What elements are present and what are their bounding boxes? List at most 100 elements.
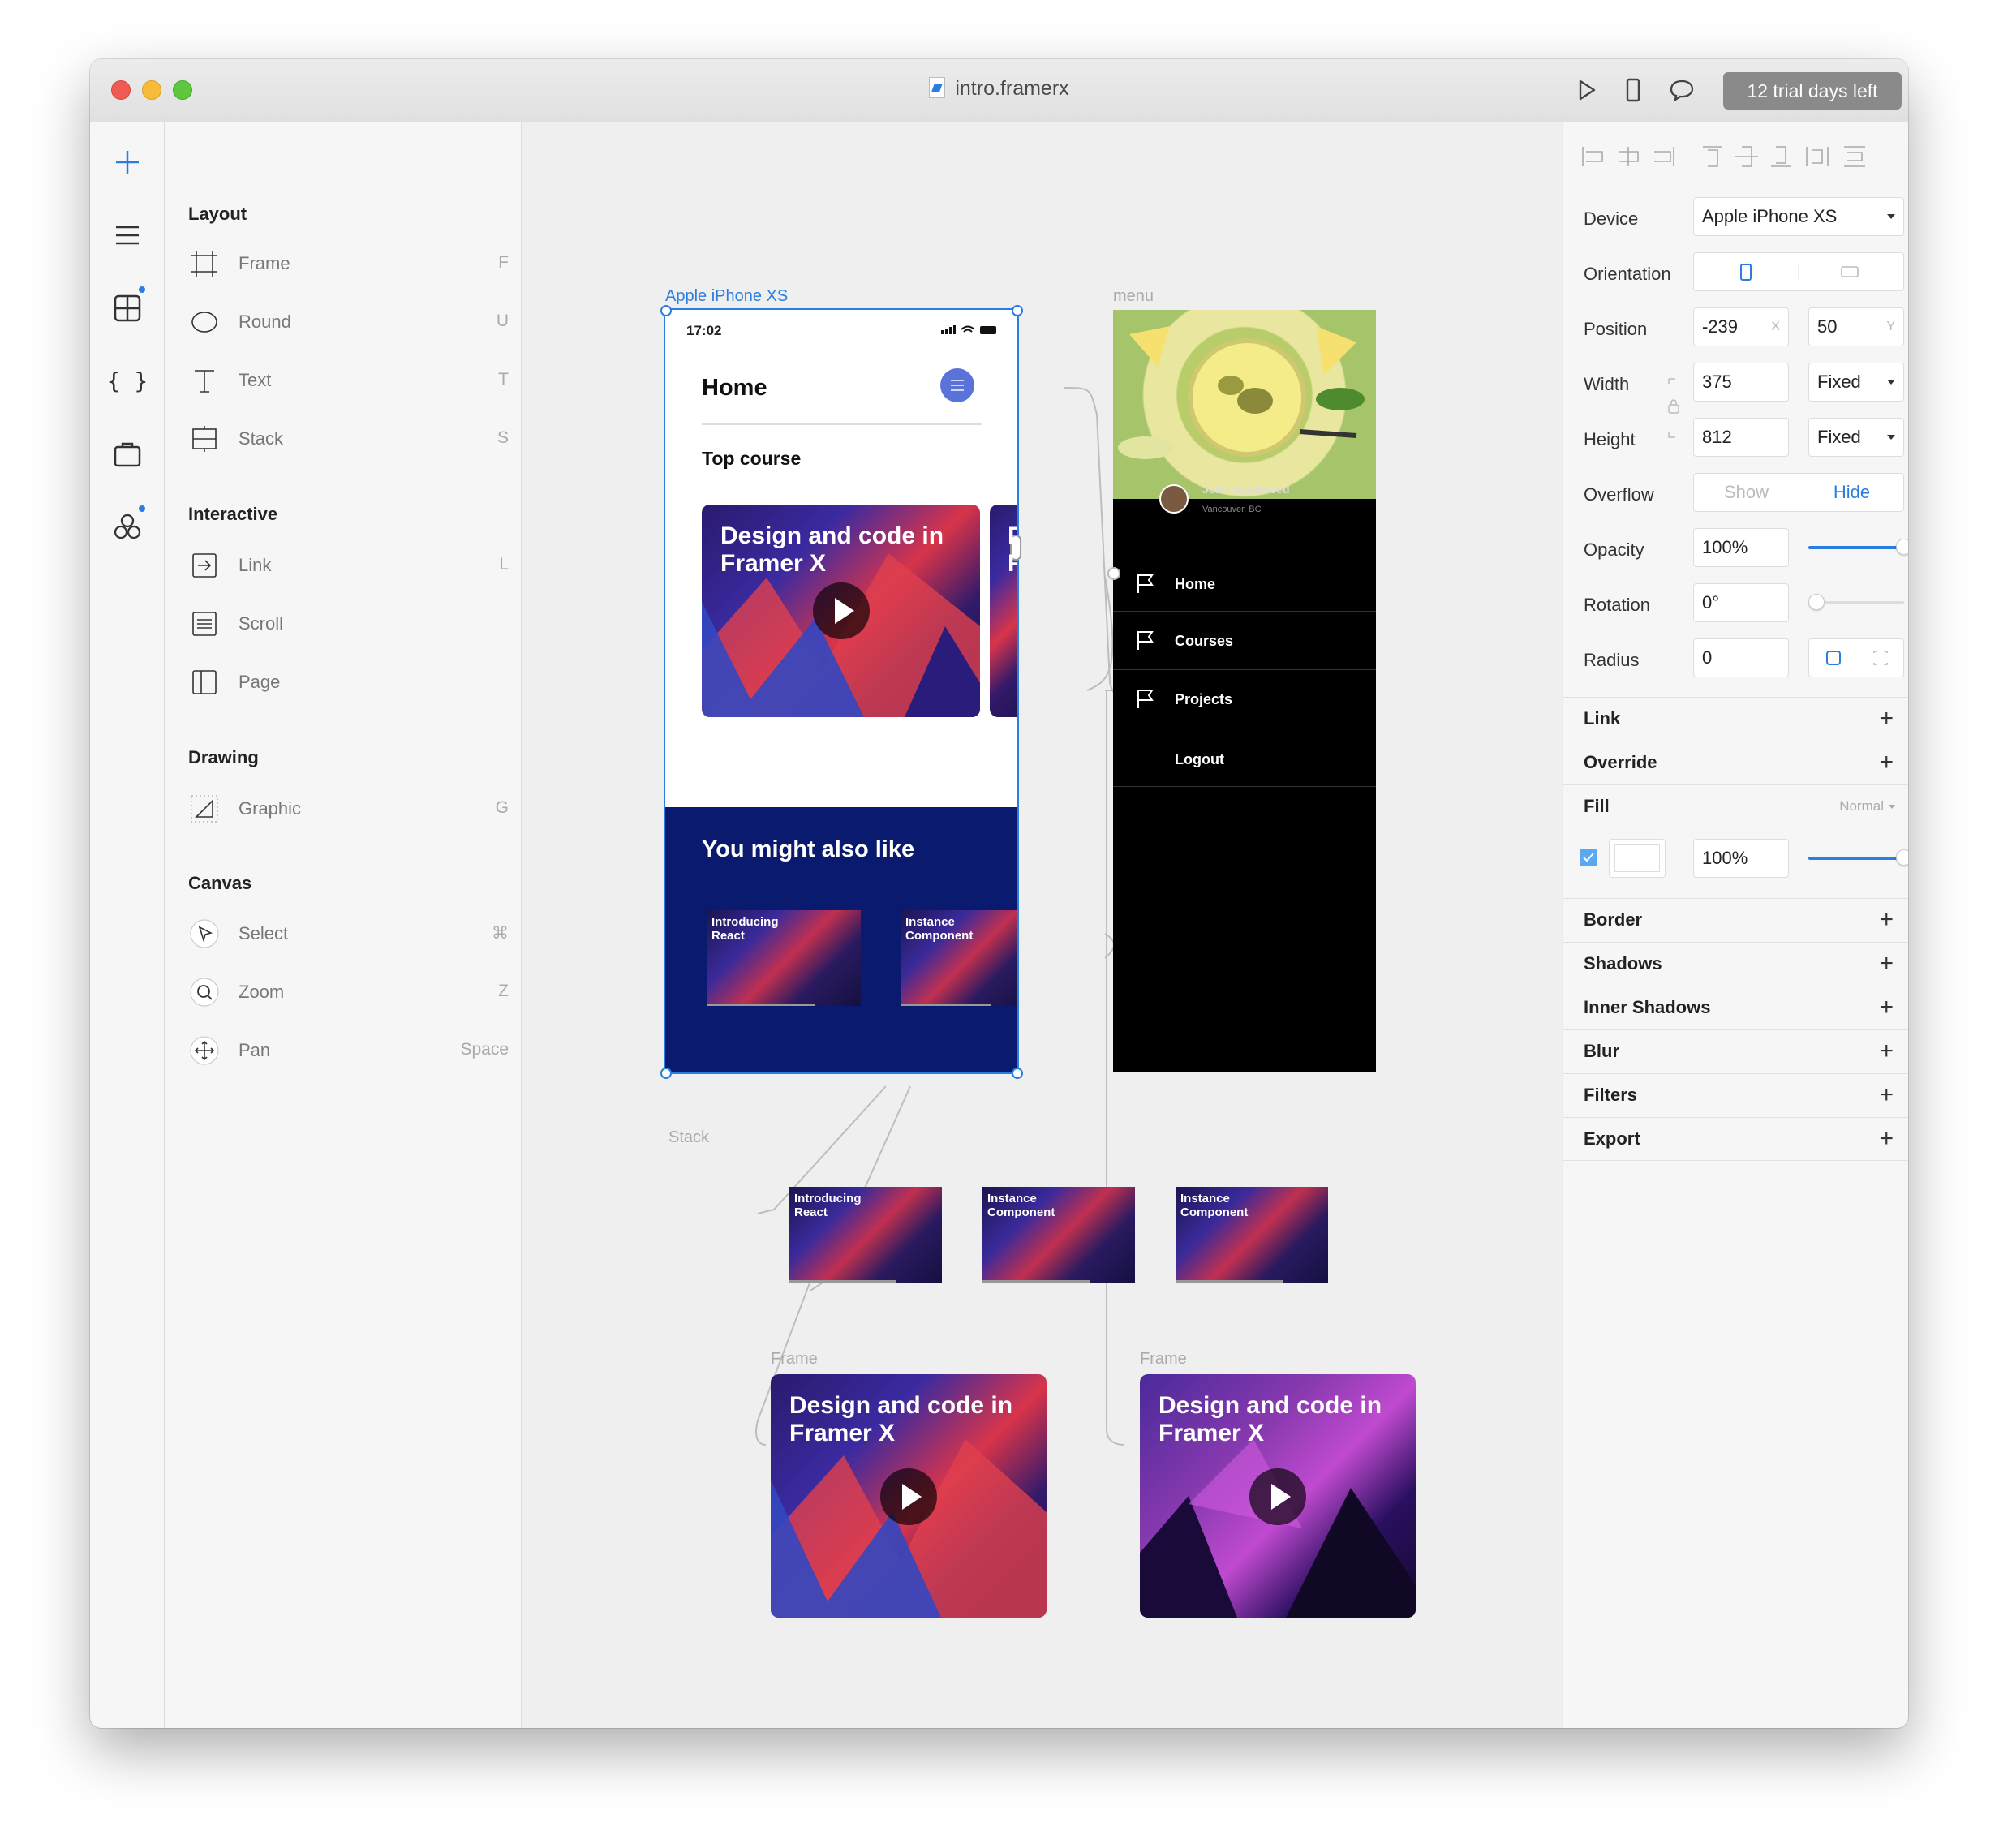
height-mode-select[interactable]: Fixed — [1808, 418, 1904, 457]
slider-knob[interactable] — [1896, 539, 1908, 555]
tool-label: Link — [239, 555, 272, 575]
opacity-input[interactable]: 100% — [1693, 528, 1789, 567]
aspect-lock-icon[interactable] — [1666, 376, 1682, 441]
fill-color-swatch[interactable] — [1609, 839, 1666, 878]
position-x-input[interactable]: -239 X — [1693, 307, 1789, 346]
rotation-slider[interactable] — [1808, 594, 1904, 610]
resize-handle[interactable] — [1012, 1068, 1023, 1079]
tool-round[interactable]: Round U — [188, 306, 509, 342]
portrait-icon — [1740, 264, 1752, 281]
opacity-slider[interactable] — [1808, 539, 1908, 555]
play-button[interactable] — [880, 1468, 937, 1525]
add-plus-icon[interactable]: + — [1879, 1127, 1894, 1151]
stack-label[interactable]: Stack — [668, 1128, 709, 1147]
device-preview-icon[interactable] — [1619, 75, 1648, 105]
rotation-input[interactable]: 0° — [1693, 583, 1789, 622]
frame2-label[interactable]: Frame — [1140, 1350, 1187, 1369]
resize-handle[interactable] — [660, 1068, 672, 1079]
inner-shadows-section[interactable]: Inner Shadows + — [1563, 986, 1908, 1029]
align-bottom-icon — [1771, 146, 1791, 167]
frame1-label[interactable]: Frame — [771, 1350, 818, 1369]
tool-zoom[interactable]: Zoom Z — [188, 976, 509, 1012]
slider-knob[interactable] — [1896, 849, 1908, 866]
frame1-card[interactable]: Design and code in Framer X — [771, 1374, 1047, 1618]
team-packages-icon[interactable] — [109, 509, 146, 546]
orientation-control[interactable] — [1693, 252, 1904, 291]
add-plus-icon[interactable]: + — [1879, 707, 1894, 731]
tool-label: Round — [239, 312, 291, 332]
tool-select[interactable]: Select ⌘ — [188, 918, 509, 953]
tool-page[interactable]: Page — [188, 666, 509, 702]
resize-handle[interactable] — [660, 305, 672, 316]
frame2-card[interactable]: Design and code in Framer X — [1140, 1374, 1416, 1618]
add-plus-icon[interactable]: + — [1879, 952, 1894, 976]
overflow-show-button[interactable]: Show — [1694, 474, 1799, 511]
tool-label: Pan — [239, 1040, 271, 1060]
shadows-section[interactable]: Shadows + — [1563, 942, 1908, 986]
link-target-handle[interactable] — [1107, 567, 1120, 580]
stack-thumb-2[interactable]: Instance Component — [982, 1187, 1135, 1283]
height-input[interactable]: 812 — [1693, 418, 1789, 457]
course-card-peek[interactable]: D F — [990, 505, 1017, 717]
width-mode-select[interactable]: Fixed — [1808, 363, 1904, 402]
tool-link[interactable]: Link L — [188, 549, 509, 585]
tool-pan[interactable]: Pan Space — [188, 1034, 509, 1070]
menu-item-home[interactable]: Home — [1113, 553, 1376, 612]
stack-thumb-3[interactable]: Instance Component — [1176, 1187, 1328, 1283]
add-plus-icon[interactable]: + — [1879, 995, 1894, 1020]
components-grid-icon[interactable] — [109, 290, 146, 327]
thumb-progress — [707, 1004, 815, 1006]
play-button[interactable] — [813, 582, 870, 639]
play-button[interactable] — [1249, 1468, 1306, 1525]
menu-artboard[interactable]: John Appleseed Vancouver, BC Home Course… — [1113, 310, 1376, 1072]
comment-icon[interactable] — [1667, 75, 1696, 105]
fill-enabled-checkbox[interactable] — [1580, 849, 1597, 866]
preview-play-icon[interactable] — [1571, 75, 1601, 105]
stack-thumb-1[interactable]: Introducing React — [789, 1187, 942, 1283]
filters-section[interactable]: Filters + — [1563, 1073, 1908, 1117]
width-input[interactable]: 375 — [1693, 363, 1789, 402]
export-section[interactable]: Export + — [1563, 1117, 1908, 1161]
menu-frame-label[interactable]: menu — [1113, 287, 1154, 306]
menu-item-projects[interactable]: Projects — [1113, 670, 1376, 728]
iphone-artboard[interactable]: 17:02 Home Top course Design and code in… — [664, 308, 1019, 1074]
course-card[interactable]: Design and code in Framer X — [702, 505, 980, 717]
blend-mode-select[interactable]: Normal — [1839, 798, 1884, 814]
position-y-input[interactable]: 50 Y — [1808, 307, 1904, 346]
tool-frame[interactable]: Frame F — [188, 247, 509, 283]
menu-item-courses[interactable]: Courses — [1113, 612, 1376, 670]
overflow-hide-button[interactable]: Hide — [1799, 474, 1904, 511]
border-section[interactable]: Border + — [1563, 898, 1908, 942]
thumb-introducing-react[interactable]: Introducing React — [707, 910, 861, 1006]
trial-badge[interactable]: 12 trial days left — [1723, 72, 1902, 110]
flag-icon — [1137, 574, 1154, 593]
hamburger-menu-button[interactable] — [940, 368, 974, 402]
add-plus-icon[interactable]: + — [1879, 750, 1894, 775]
peek-card-title: D F — [1008, 522, 1017, 577]
fill-opacity-input[interactable]: 100% — [1693, 839, 1789, 878]
device-select[interactable]: Apple iPhone XS — [1693, 197, 1904, 236]
add-plus-icon[interactable]: + — [1879, 1039, 1894, 1064]
insert-plus-icon[interactable] — [109, 144, 146, 181]
tool-graphic[interactable]: Graphic G — [188, 793, 509, 828]
tool-stack[interactable]: Stack S — [188, 423, 509, 458]
menu-item-logout[interactable]: Logout — [1113, 728, 1376, 787]
tool-text[interactable]: Text T — [188, 364, 509, 400]
override-section[interactable]: Override + — [1563, 741, 1908, 784]
fill-opacity-slider[interactable] — [1808, 849, 1908, 866]
code-braces-icon[interactable]: { } — [109, 363, 146, 400]
blur-section[interactable]: Blur + — [1563, 1029, 1908, 1073]
thumb-instance-component[interactable]: Instance Component — [901, 910, 1017, 1006]
add-plus-icon[interactable]: + — [1879, 908, 1894, 932]
iphone-frame-label[interactable]: Apple iPhone XS — [665, 287, 788, 306]
add-plus-icon[interactable]: + — [1879, 1083, 1894, 1107]
link-section[interactable]: Link + — [1563, 697, 1908, 741]
radius-input[interactable]: 0 — [1693, 638, 1789, 677]
resize-handle[interactable] — [1012, 305, 1023, 316]
store-bag-icon[interactable] — [109, 436, 146, 473]
radius-mode-control[interactable] — [1808, 638, 1904, 677]
tool-scroll[interactable]: Scroll — [188, 608, 509, 643]
layers-menu-icon[interactable] — [109, 217, 146, 254]
slider-knob[interactable] — [1808, 594, 1825, 610]
design-canvas[interactable]: Apple iPhone XS 17:02 Home Top course De… — [522, 122, 1562, 1728]
